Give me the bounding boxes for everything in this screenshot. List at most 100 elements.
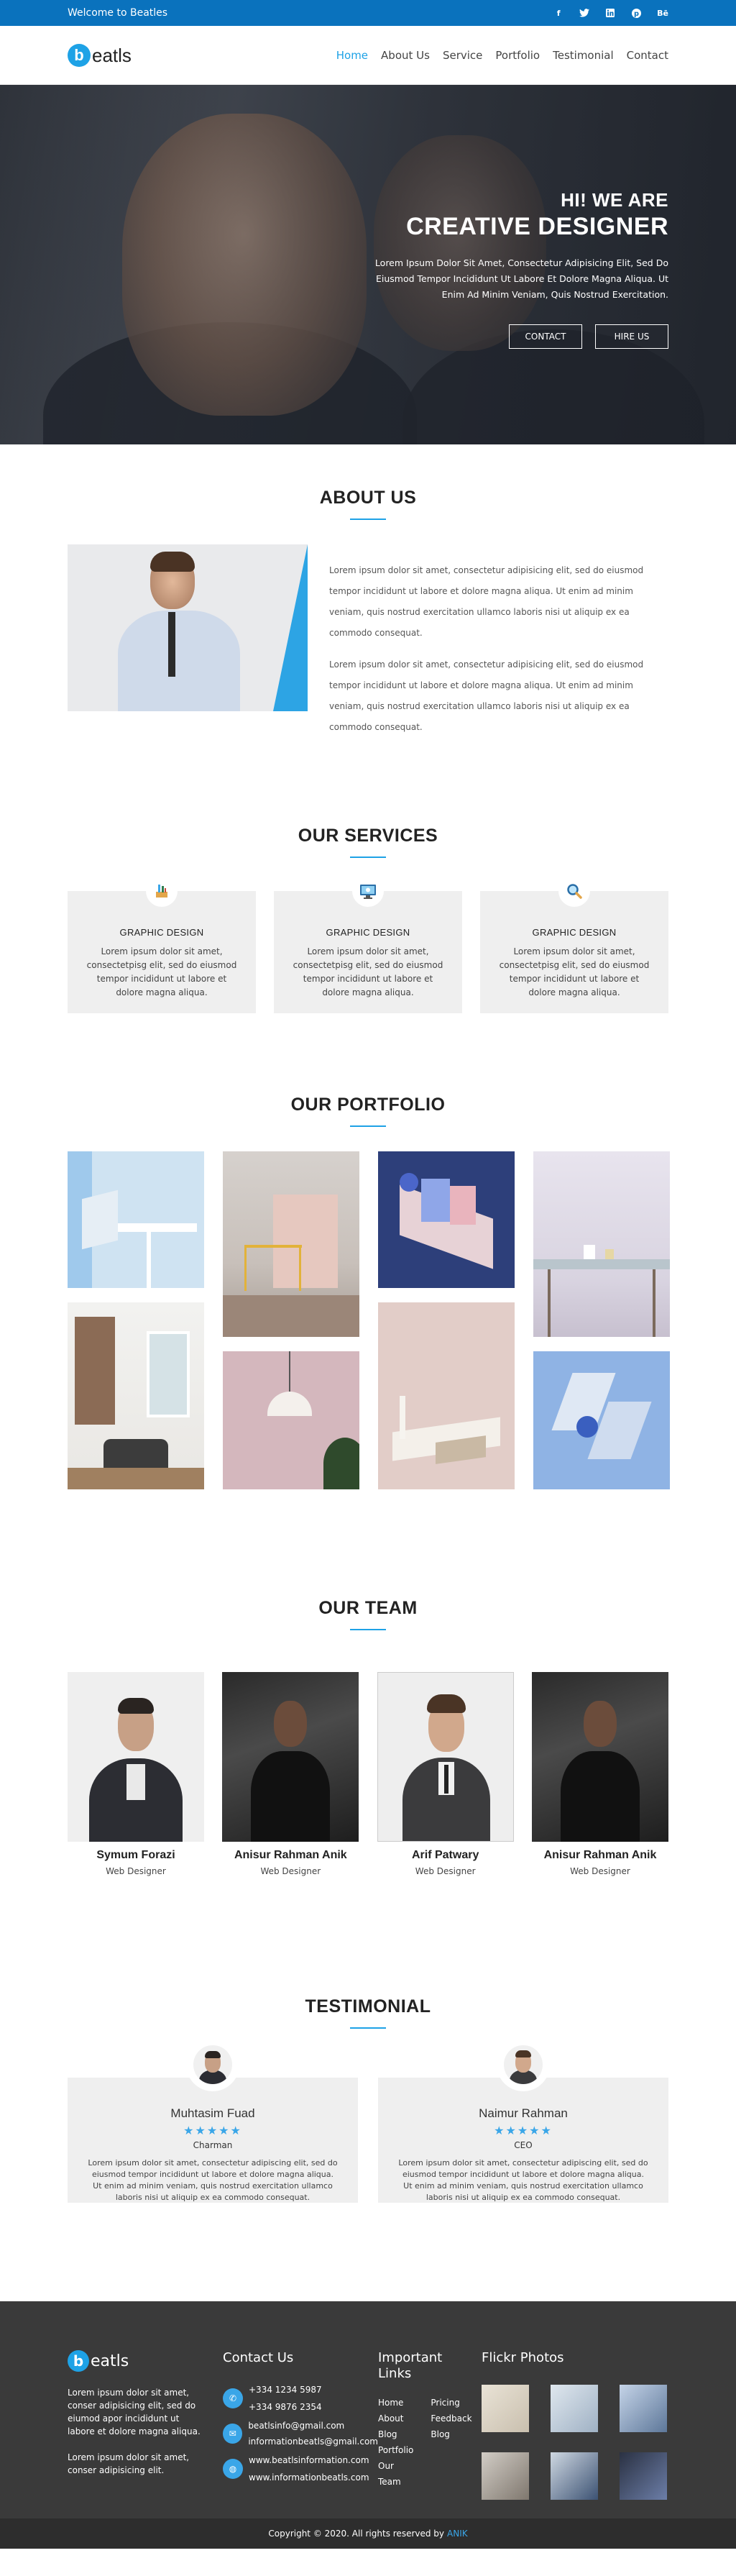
portfolio-heading: OUR PORTFOLIO [290,1095,446,1115]
about-text: Lorem ipsum dolor sit amet, consectetur … [329,544,668,738]
avatar [186,2038,239,2091]
title-underline [350,1629,386,1630]
portfolio-title: OUR PORTFOLIO [68,1095,668,1127]
team-member[interactable]: Symum Forazi Web Designer [68,1672,204,1876]
portfolio-item[interactable] [533,1151,670,1337]
service-title: GRAPHIC DESIGN [532,927,617,938]
about-paragraph-1: Lorem ipsum dolor sit amet, consectetur … [329,565,644,638]
portfolio-item[interactable] [223,1151,359,1337]
flickr-photo[interactable] [551,2385,598,2432]
footer-links: Important Links Home About Blog Portfoli… [378,2350,482,2500]
footer-link[interactable]: Home [378,2395,413,2411]
email-2[interactable]: informationbeatls@gmail.com [248,2436,378,2447]
footer-about-text-2: Lorem ipsum dolor sit amet, conser adipi… [68,2452,190,2475]
hero-banner: HI! WE ARE CREATIVE DESIGNER Lorem Ipsum… [0,85,736,444]
flickr-photo[interactable] [482,2385,529,2432]
phone-2[interactable]: +334 9876 2354 [249,2402,322,2412]
hero-text: HI! WE ARE CREATIVE DESIGNER Lorem Ipsum… [367,189,668,349]
team-member-name: Symum Forazi [96,1849,175,1861]
hire-us-button[interactable]: HIRE US [595,324,668,349]
footer-logo[interactable]: b eatls [68,2350,223,2372]
email-1[interactable]: beatlsinfo@gmail.com [248,2421,378,2431]
footer-link[interactable]: Feedback [431,2411,472,2426]
facebook-icon[interactable]: f [553,8,564,18]
logo[interactable]: b eatls [68,44,132,67]
hero-description: Lorem Ipsum Dolor Sit Amet, Consectetur … [374,257,668,300]
topbar: Welcome to Beatles f p Bē [0,0,736,26]
service-card[interactable]: GRAPHIC DESIGN Lorem ipsum dolor sit ame… [480,875,668,1013]
contact-button[interactable]: CONTACT [509,324,582,349]
title-underline [350,1125,386,1127]
flickr-photo[interactable] [551,2452,598,2500]
welcome-text: Welcome to Beatles [68,7,168,19]
pinterest-icon[interactable]: p [631,8,641,18]
portfolio-item[interactable] [378,1302,515,1489]
about-blue-stripe [273,544,308,711]
footer-link[interactable]: Blog [378,2426,413,2442]
phone-1[interactable]: +334 1234 5987 [249,2385,322,2395]
team-member-name: Anisur Rahman Anik [543,1849,657,1861]
footer-flickr-title: Flickr Photos [482,2350,564,2365]
service-text: Lorem ipsum dolor sit amet, consectetpis… [499,946,650,997]
team-member-name: Anisur Rahman Anik [234,1849,347,1861]
flickr-photo[interactable] [620,2452,667,2500]
footer-link[interactable]: Blog [431,2426,472,2442]
about-photo [68,544,308,711]
linkedin-icon[interactable] [605,8,615,18]
logo-text: eatls [92,44,132,66]
footer-link[interactable]: Portfolio [378,2442,413,2458]
title-underline [350,519,386,520]
about-content: Lorem ipsum dolor sit amet, consectetur … [68,544,668,738]
copyright-link[interactable]: ANIK [447,2529,468,2539]
nav-home[interactable]: Home [336,49,368,62]
team-member[interactable]: Arif Patwary Web Designer [377,1672,514,1876]
flickr-photo[interactable] [620,2385,667,2432]
footer-about: b eatls Lorem ipsum dolor sit amet, cons… [68,2350,223,2500]
services-heading: OUR SERVICES [298,826,438,846]
flickr-photo[interactable] [482,2452,529,2500]
team-member[interactable]: Anisur Rahman Anik Web Designer [222,1672,359,1876]
portfolio-item[interactable] [533,1351,670,1489]
title-underline [350,857,386,858]
site-header: b eatls Home About Us Service Portfolio … [0,26,736,85]
service-title: GRAPHIC DESIGN [326,927,410,938]
portfolio-item[interactable] [68,1302,204,1489]
behance-icon[interactable]: Bē [657,8,668,18]
globe-icon: ◍ [223,2459,243,2479]
service-text: Lorem ipsum dolor sit amet, consectetpis… [293,946,443,997]
service-card[interactable]: GRAPHIC DESIGN Lorem ipsum dolor sit ame… [68,875,256,1013]
testimonial-list: Muhtasim Fuad ★★★★★ Charman Lorem ipsum … [68,2038,668,2203]
team-member-role: Web Designer [260,1866,321,1876]
testimonial-section: TESTIMONIAL Muhtasim Fuad ★★★★★ Charman … [0,1946,736,2301]
footer-email: ✉ beatlsinfo@gmail.com informationbeatls… [223,2421,378,2447]
web-2[interactable]: www.informationbeatls.com [249,2472,369,2483]
footer-link[interactable]: Pricing [431,2395,472,2411]
team-member[interactable]: Anisur Rahman Anik Web Designer [531,1672,668,1876]
testimonial-title: TESTIMONIAL [68,1996,668,2029]
team-member-role: Web Designer [570,1866,630,1876]
team-heading: OUR TEAM [318,1598,418,1618]
portfolio-item[interactable] [378,1151,515,1288]
footer-contact: Contact Us ✆ +334 1234 5987 +334 9876 23… [223,2350,378,2500]
services-list: GRAPHIC DESIGN Lorem ipsum dolor sit ame… [68,875,668,1013]
footer-flickr: Flickr Photos [482,2350,668,2500]
web-1[interactable]: www.beatlsinformation.com [249,2455,369,2465]
email-icon: ✉ [223,2424,243,2444]
nav-portfolio[interactable]: Portfolio [495,49,540,62]
nav-about[interactable]: About Us [381,49,430,62]
portfolio-grid [68,1151,670,1489]
flickr-grid [482,2385,668,2500]
testimonial-name: Muhtasim Fuad [170,2106,255,2120]
portfolio-item[interactable] [68,1151,204,1288]
portfolio-item[interactable] [223,1351,359,1489]
nav-contact[interactable]: Contact [627,49,668,62]
team-member-photo [531,1672,668,1842]
footer-link[interactable]: Our Team [378,2458,401,2490]
nav-testimonial[interactable]: Testimonial [553,49,614,62]
nav-service[interactable]: Service [443,49,482,62]
footer-link[interactable]: About [378,2411,413,2426]
team-list: Symum Forazi Web Designer Anisur Rahman … [68,1672,668,1876]
service-card[interactable]: GRAPHIC DESIGN Lorem ipsum dolor sit ame… [274,875,462,1013]
twitter-icon[interactable] [579,8,590,18]
phone-icon: ✆ [223,2388,243,2408]
